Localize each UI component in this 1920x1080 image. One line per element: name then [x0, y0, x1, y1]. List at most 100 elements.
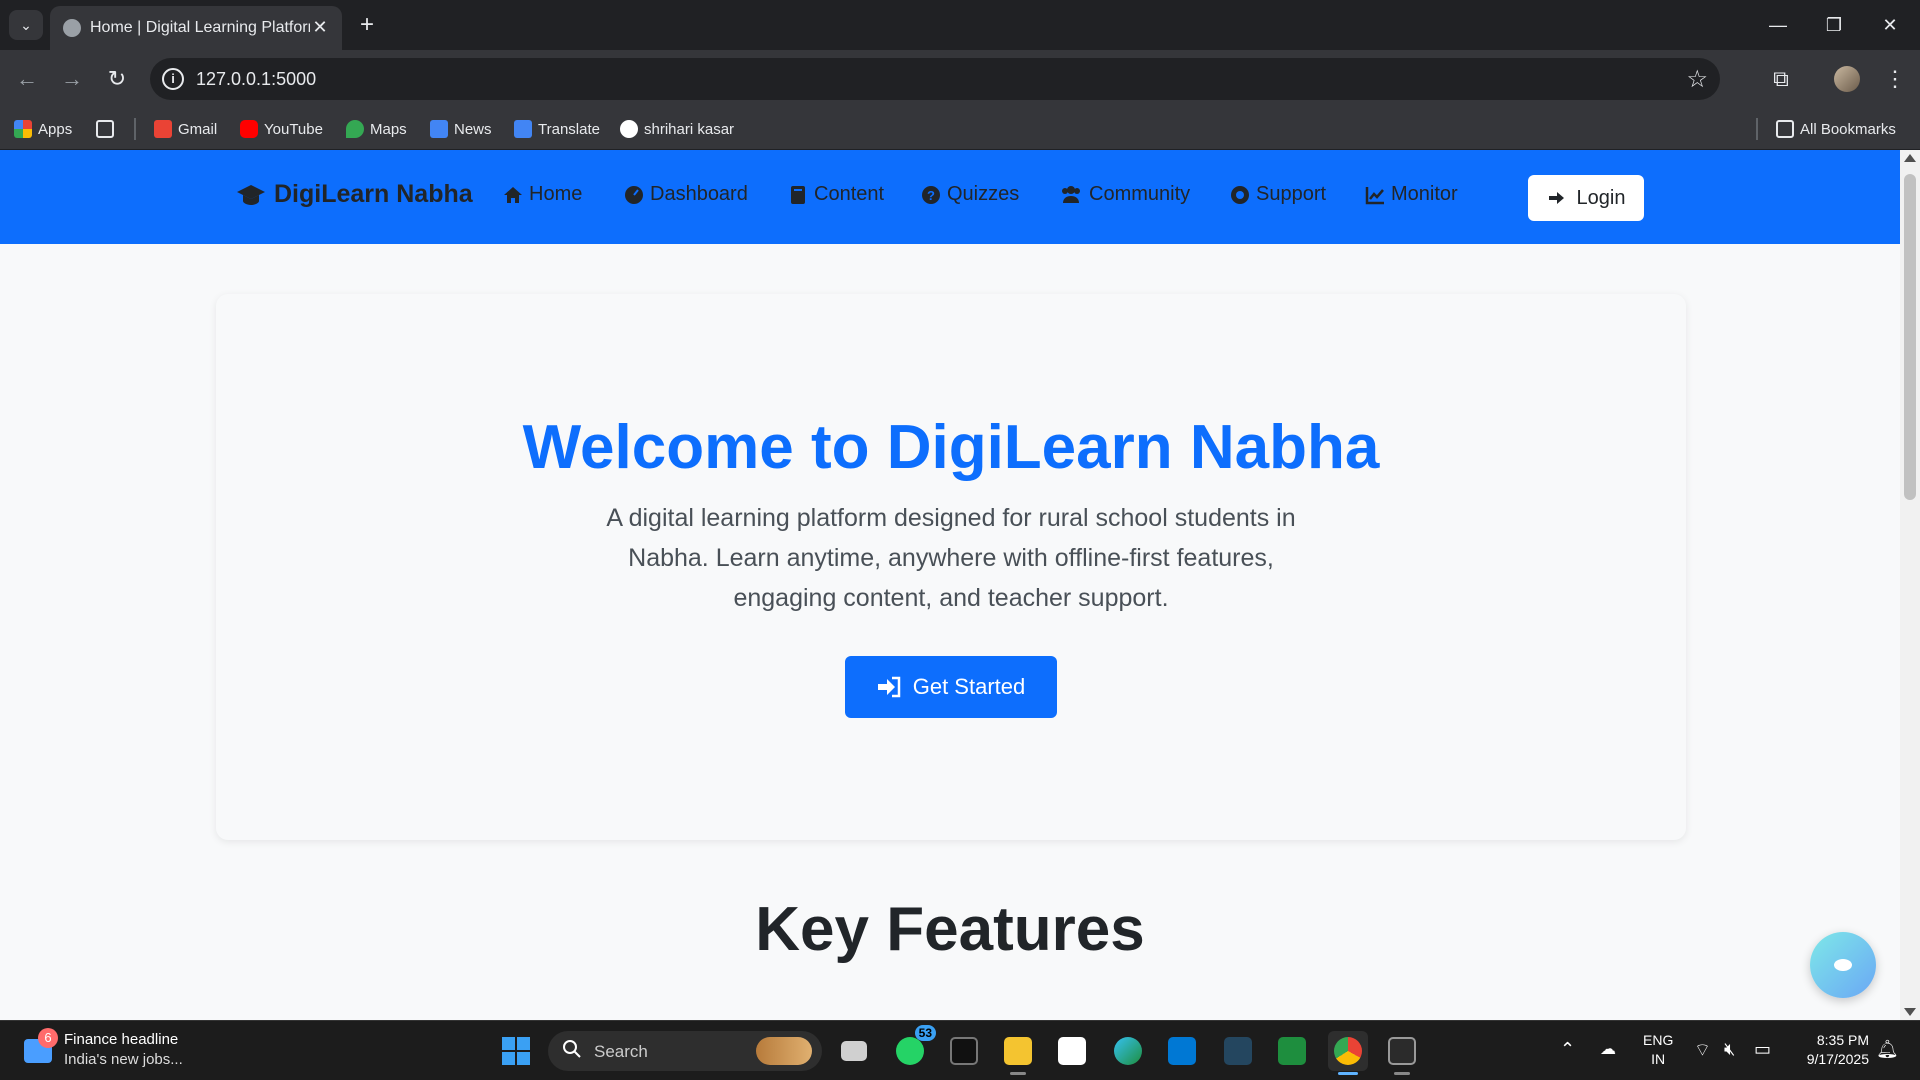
youtube-icon [240, 120, 258, 138]
github-icon [620, 120, 638, 138]
reload-icon[interactable]: ↻ [100, 62, 134, 96]
nav-label: Home [529, 183, 583, 205]
tab-search-button[interactable]: ⌄ [9, 10, 43, 40]
clock-time: 8:35 PM [1816, 1032, 1869, 1048]
url-text[interactable]: 127.0.0.1:5000 [196, 69, 316, 90]
edge-icon[interactable] [1108, 1031, 1148, 1071]
mysql-workbench-icon[interactable] [1218, 1031, 1258, 1071]
extensions-icon[interactable]: ⧉ [1764, 62, 1798, 96]
brand-link[interactable]: DigiLearn Nabha [236, 180, 473, 209]
bookmark-github[interactable]: shrihari kasar [620, 108, 734, 150]
notification-bell-icon[interactable]: 🔔︎ [1876, 1039, 1899, 1060]
bookmark-maps[interactable]: Maps [346, 108, 407, 150]
bookmark-label: shrihari kasar [644, 120, 735, 138]
nav-label: Content [814, 183, 885, 205]
close-tab-icon[interactable]: ✕ [308, 15, 332, 39]
nav-quizzes[interactable]: ? Quizzes [921, 183, 1019, 206]
address-bar[interactable]: i 127.0.0.1:5000 ☆ [150, 58, 1720, 100]
vscode-icon[interactable] [1162, 1031, 1202, 1071]
battery-icon[interactable]: ▭ [1754, 1039, 1771, 1060]
get-started-label: Get Started [912, 674, 1026, 699]
search-label: Search [594, 1042, 648, 1061]
bookmark-label: Maps [370, 120, 407, 138]
nav-label: Community [1089, 183, 1191, 205]
site-info-icon[interactable]: i [162, 68, 184, 90]
chrome-icon[interactable] [1328, 1031, 1368, 1075]
news-icon [430, 120, 448, 138]
tachometer-icon [625, 185, 643, 204]
sign-in-icon [877, 676, 900, 698]
bookmark-apps[interactable]: Apps [14, 108, 72, 150]
login-label: Login [1576, 186, 1626, 209]
nav-content[interactable]: Content [788, 183, 884, 206]
nav-community[interactable]: Community [1059, 183, 1190, 206]
bookmark-star-icon[interactable]: ☆ [1686, 65, 1708, 94]
browser-tab[interactable]: Home | Digital Learning Platform ✕ [50, 6, 342, 50]
nav-monitor[interactable]: Monitor [1365, 183, 1458, 206]
nav-support[interactable]: Support [1230, 183, 1326, 206]
nav-dashboard[interactable]: Dashboard [624, 183, 748, 206]
language-code: ENG [1643, 1032, 1674, 1048]
microsoft-store-icon[interactable] [1052, 1031, 1092, 1071]
scroll-thumb[interactable] [1904, 174, 1916, 500]
news-subtitle[interactable]: India's new jobs... [64, 1051, 183, 1068]
windows-start-icon[interactable] [502, 1037, 530, 1065]
bookmark-separator [134, 118, 136, 140]
clock-date: 9/17/2025 [1806, 1051, 1869, 1067]
wifi-icon[interactable]: ⌔ [1694, 1039, 1711, 1062]
new-tab-button[interactable]: + [352, 10, 382, 40]
system-clock[interactable]: 8:35 PM 9/17/2025 [1795, 1031, 1869, 1069]
chevron-up-icon[interactable]: ⌃ [1560, 1039, 1575, 1060]
profile-avatar[interactable] [1834, 66, 1860, 92]
scroll-down-arrow-icon[interactable] [1904, 1008, 1916, 1016]
bookmark-separator [1756, 118, 1758, 140]
question-circle-icon: ? [922, 185, 940, 204]
minimize-icon[interactable]: — [1758, 8, 1798, 42]
tab-groups-button[interactable] [96, 108, 114, 150]
site-navbar: DigiLearn Nabha Home Dashboard Content ?… [0, 150, 1900, 244]
get-started-button[interactable]: Get Started [845, 656, 1057, 718]
nav-label: Monitor [1391, 183, 1458, 205]
close-window-icon[interactable]: ✕ [1870, 8, 1910, 42]
restore-icon[interactable]: ❐ [1814, 8, 1854, 42]
language-indicator[interactable]: ENG IN [1643, 1031, 1673, 1069]
svg-text:?: ? [927, 188, 935, 203]
forward-icon[interactable]: → [55, 62, 89, 96]
back-icon[interactable]: ← [10, 62, 44, 96]
bookmark-news[interactable]: News [430, 108, 492, 150]
apps-grid-icon [14, 120, 32, 138]
taskbar-search[interactable]: Search [548, 1031, 822, 1071]
onedrive-icon[interactable]: ☁ [1600, 1039, 1616, 1059]
login-button[interactable]: Login [1528, 175, 1644, 221]
nav-label: Support [1256, 183, 1327, 205]
page-scrollbar[interactable] [1900, 150, 1920, 1020]
search-icon [563, 1040, 581, 1058]
menu-kebab-icon[interactable]: ⋮ [1878, 62, 1912, 96]
folder-icon [1776, 120, 1794, 138]
whatsapp-badge: 53 [914, 1025, 936, 1041]
volume-muted-icon[interactable]: 🔇︎ [1724, 1039, 1735, 1060]
whatsapp-icon[interactable]: 53 [890, 1025, 936, 1071]
bookmark-gmail[interactable]: Gmail [154, 108, 217, 150]
hero-description: A digital learning platform designed for… [606, 504, 1296, 612]
nav-label: Dashboard [650, 183, 748, 205]
google-classroom-icon[interactable] [1272, 1031, 1312, 1071]
all-bookmarks-button[interactable]: All Bookmarks [1776, 108, 1896, 150]
terminal-icon[interactable] [944, 1031, 984, 1071]
features-heading: Key Features [755, 895, 1145, 964]
news-headline[interactable]: Finance headline [64, 1031, 178, 1048]
bookmark-label: YouTube [264, 120, 323, 138]
file-explorer-icon[interactable] [998, 1031, 1038, 1075]
home-icon [504, 186, 522, 203]
region-code: IN [1651, 1051, 1666, 1067]
bookmark-translate[interactable]: Translate [514, 108, 600, 150]
translate-icon [514, 120, 532, 138]
cmd-icon[interactable] [1382, 1031, 1422, 1075]
sign-in-icon [1548, 192, 1564, 204]
bookmark-youtube[interactable]: YouTube [240, 108, 323, 150]
scroll-up-arrow-icon[interactable] [1904, 154, 1916, 162]
tab-title: Home | Digital Learning Platform [90, 19, 310, 36]
task-view-icon[interactable] [834, 1031, 874, 1071]
chat-widget-button[interactable] [1810, 932, 1876, 998]
nav-home[interactable]: Home [503, 183, 582, 206]
